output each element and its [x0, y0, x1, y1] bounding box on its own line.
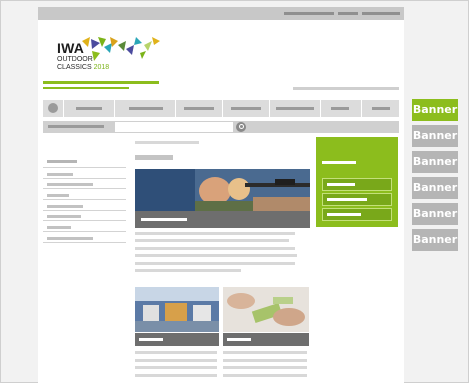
sidebar-item[interactable]	[47, 183, 93, 186]
website-mockup: IWA OUTDOOR CLASSICS 2018	[38, 7, 404, 383]
content-kicker	[135, 141, 199, 144]
thumbnail-text	[223, 351, 307, 354]
sidebar-item[interactable]	[47, 237, 93, 240]
search-input[interactable]	[115, 122, 233, 132]
sidebar-item[interactable]	[47, 215, 81, 218]
nav-item[interactable]	[115, 100, 176, 117]
breadcrumb[interactable]	[48, 125, 104, 128]
thumbnail-expo[interactable]	[135, 287, 219, 332]
hands-money-image	[223, 287, 309, 332]
nav-item[interactable]	[176, 100, 223, 117]
header-right-bar	[293, 87, 399, 90]
utility-bar	[38, 7, 404, 20]
thumbnail-text	[135, 374, 217, 377]
banner-2[interactable]: Banner	[412, 125, 458, 147]
nav-item[interactable]	[321, 100, 362, 117]
banner-6[interactable]: Banner	[412, 229, 458, 251]
sidebar-item[interactable]	[47, 194, 69, 197]
thumbnail-caption	[135, 333, 219, 346]
teaser-button[interactable]	[322, 178, 392, 191]
nav-item[interactable]	[270, 100, 321, 117]
thumbnail-text	[223, 366, 307, 369]
banner-3[interactable]: Banner	[412, 151, 458, 173]
teaser-button[interactable]	[322, 208, 392, 221]
header-accent-line	[43, 81, 159, 84]
search-icon[interactable]	[236, 122, 246, 132]
utility-link[interactable]	[338, 12, 358, 15]
thumbnail-hands[interactable]	[223, 287, 309, 332]
thumbnail-caption	[223, 333, 309, 346]
thumbnail-text	[223, 359, 307, 362]
thumbnail-text	[135, 359, 217, 362]
main-nav	[43, 100, 399, 117]
expo-hall-image	[135, 287, 219, 332]
logo-title: IWA	[57, 40, 85, 56]
nav-item[interactable]	[362, 100, 399, 117]
sidebar-item[interactable]	[47, 205, 83, 208]
banner-4[interactable]: Banner	[412, 177, 458, 199]
sidebar-item[interactable]	[47, 226, 71, 229]
teaser-button[interactable]	[322, 193, 392, 206]
teaser-heading	[322, 161, 356, 164]
banner-5[interactable]: Banner	[412, 203, 458, 225]
sidebar-item[interactable]	[47, 173, 73, 176]
nav-home[interactable]	[43, 100, 64, 117]
utility-link[interactable]	[284, 12, 334, 15]
thumbnail-text	[135, 366, 217, 369]
hero-caption	[135, 211, 310, 228]
thumbnail-text	[223, 374, 307, 377]
search-row	[43, 121, 399, 133]
logo-triangles-icon	[82, 37, 160, 61]
header-accent-line	[43, 87, 129, 89]
banner-1[interactable]: Banner	[412, 99, 458, 121]
content-heading	[135, 155, 173, 160]
sidebar-heading	[47, 160, 77, 163]
home-icon	[48, 103, 58, 113]
nav-item[interactable]	[223, 100, 270, 117]
thumbnail-text	[135, 351, 217, 354]
utility-link[interactable]	[362, 12, 400, 15]
nav-item[interactable]	[64, 100, 115, 117]
green-teaser-box	[316, 137, 398, 227]
